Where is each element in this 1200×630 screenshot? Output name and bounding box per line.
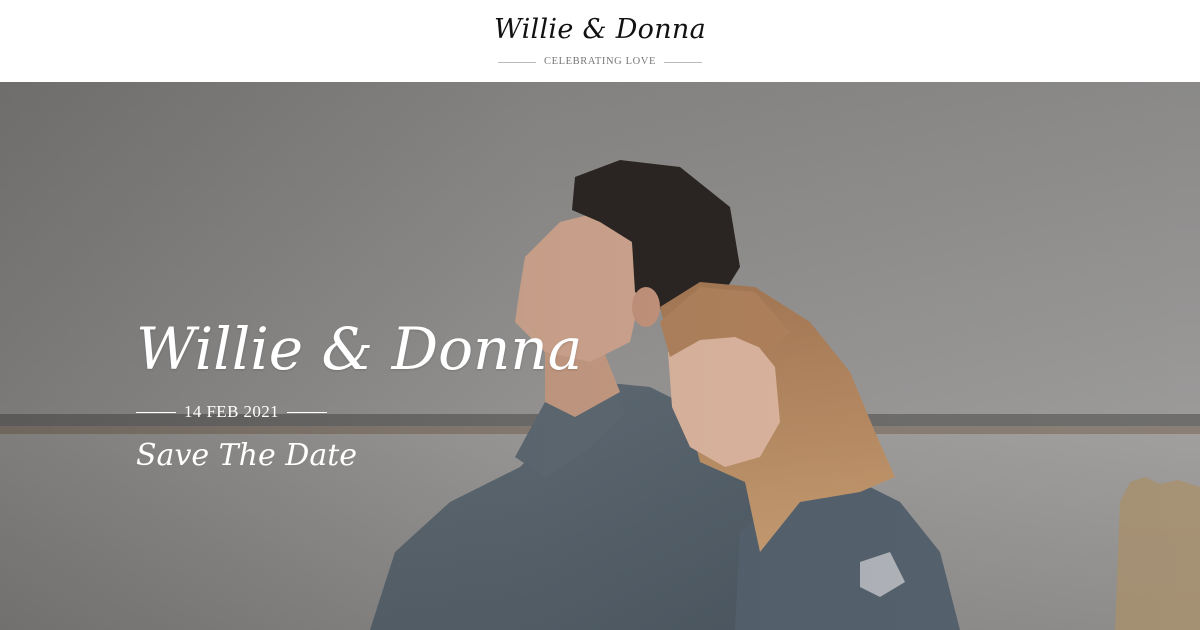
hero-title: Willie & Donna [136,315,583,383]
wedding-date: 14 FEB 2021 [184,402,280,421]
date-divider-left [136,411,176,413]
hero-content: Willie & Donna 14 FEB 2021 Save The Date [136,312,583,476]
date-divider-right [287,411,328,413]
tagline-row: CELEBRATING LOVE [0,54,1200,70]
tagline-divider-left [498,61,537,63]
hero-section: Willie & Donna 14 FEB 2021 Save The Date [0,82,1200,630]
save-the-date: Save The Date [136,438,358,473]
site-logo[interactable]: Willie & Donna [0,12,1200,48]
date-row: 14 FEB 2021 [136,402,556,422]
site-tagline: CELEBRATING LOVE [544,56,656,67]
site-header: Willie & Donna CELEBRATING LOVE [0,0,1200,82]
tagline-divider-right [663,61,702,63]
